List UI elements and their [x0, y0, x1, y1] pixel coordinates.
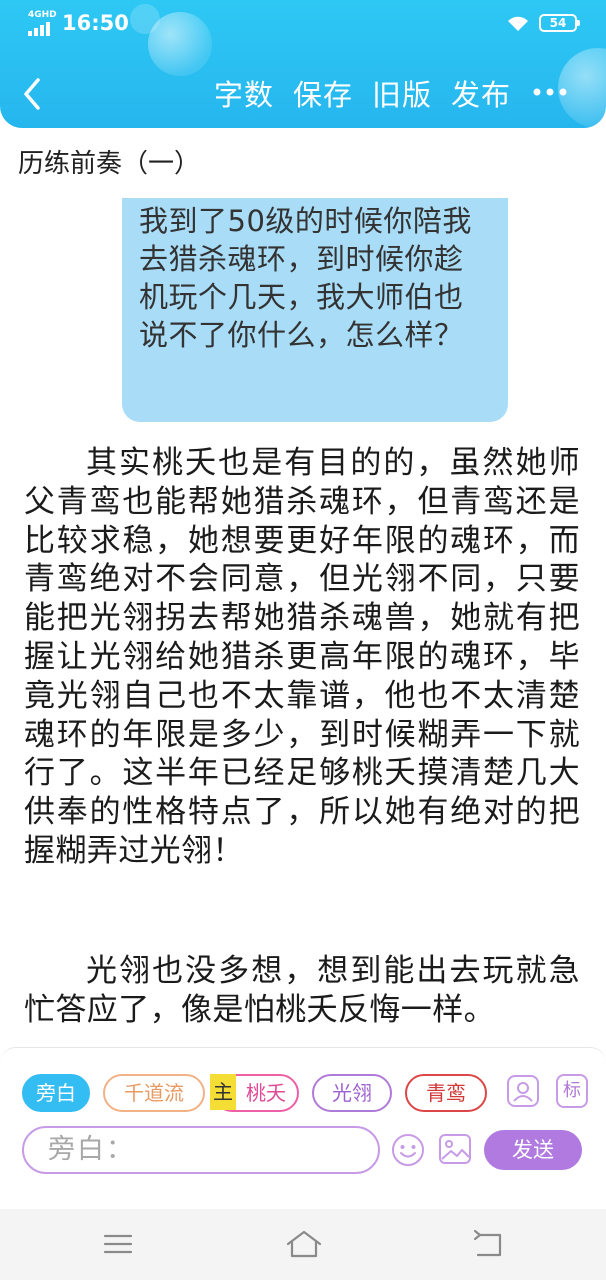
network-type: 4GHD [28, 10, 57, 20]
back-button[interactable] [18, 76, 48, 112]
emoji-icon[interactable] [390, 1132, 426, 1168]
status-time: 16:50 [62, 11, 129, 35]
wifi-icon [508, 16, 528, 31]
role-chip-qingluan[interactable]: 青鸾 [405, 1074, 487, 1112]
save-button[interactable]: 保存 [293, 72, 353, 118]
toolbar: 字数 保存 旧版 发布 [214, 72, 511, 118]
home-icon[interactable] [284, 1229, 324, 1259]
role-chip-narrator[interactable]: 旁白 [22, 1074, 90, 1112]
app-header: 4GHD 16:50 54 字数 保存 旧版 发布 [0, 0, 606, 128]
message-input[interactable]: 旁白： [22, 1126, 380, 1174]
back-icon[interactable] [472, 1229, 504, 1259]
signal-icon: 4GHD [28, 10, 58, 36]
input-panel: 旁白 千道流 桃夭 主 光翎 青鸾 标 旁白： 发送 [0, 1047, 606, 1209]
dialog-bubble[interactable]: 我到了50级的时候你陪我去猎杀魂环，到时候你趁机玩个几天，我大师伯也说不了你什么… [122, 198, 508, 422]
tag-button[interactable]: 标 [556, 1074, 588, 1108]
battery-icon: 54 [539, 14, 580, 32]
narration-paragraph[interactable]: 光翎也没多想，想到能出去玩就急忙答应了，像是怕桃夭反悔一样。 [24, 952, 580, 1030]
old-version-button[interactable]: 旧版 [372, 72, 432, 118]
publish-button[interactable]: 发布 [451, 72, 511, 118]
message-placeholder: 旁白： [48, 1134, 135, 1165]
menu-icon[interactable] [103, 1229, 133, 1259]
word-count-button[interactable]: 字数 [214, 72, 274, 118]
role-chip-guangling[interactable]: 光翎 [312, 1074, 392, 1112]
main-role-badge: 主 [210, 1074, 236, 1110]
more-dots-icon[interactable] [530, 82, 570, 102]
image-icon[interactable] [438, 1132, 472, 1166]
narration-paragraph[interactable]: 其实桃夭也是有目的的，虽然她师父青鸾也能帮她猎杀魂环，但青鸾还是比较求稳，她想要… [24, 444, 580, 871]
chapter-title[interactable]: 历练前奏（一） [18, 146, 200, 182]
system-nav-bar [0, 1209, 606, 1280]
dialog-text: 我到了50级的时候你陪我去猎杀魂环，到时候你趁机玩个几天，我大师伯也说不了你什么… [139, 204, 472, 352]
contact-card-icon[interactable] [506, 1074, 540, 1108]
status-bar: 4GHD 16:50 54 [0, 0, 606, 48]
send-button[interactable]: 发送 [484, 1130, 582, 1170]
battery-level: 54 [549, 16, 567, 30]
role-chip-qiandaoliu[interactable]: 千道流 [103, 1074, 205, 1112]
